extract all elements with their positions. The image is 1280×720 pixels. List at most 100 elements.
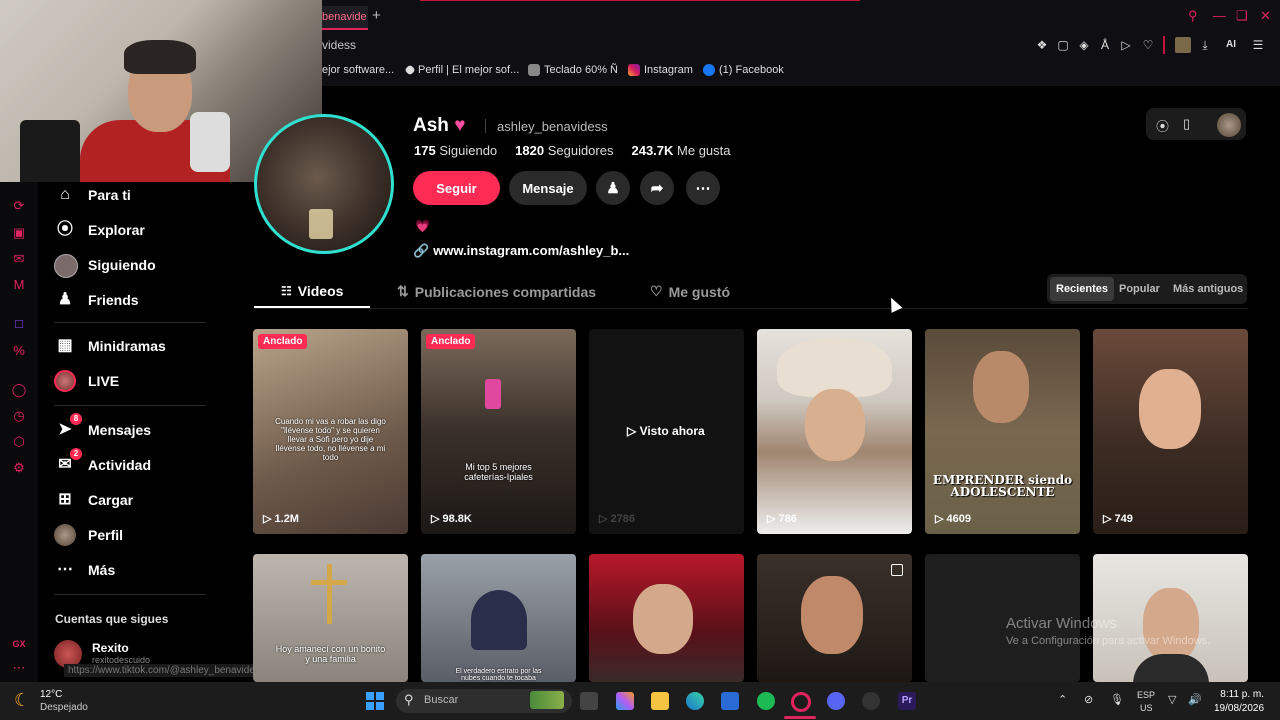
nav-item-live[interactable]: LIVE	[54, 370, 119, 392]
refresh-icon[interactable]: ⟳	[11, 198, 27, 214]
extension-icon[interactable]	[1175, 37, 1191, 53]
player-icon[interactable]: ◯	[11, 382, 27, 398]
edge-icon[interactable]	[686, 692, 704, 710]
nav-item-friends[interactable]: ♟ Friends	[54, 289, 139, 311]
video-card[interactable]: ▷ 749	[1093, 329, 1248, 534]
more-rail-icon[interactable]: ⋯	[11, 660, 27, 676]
heart-icon[interactable]: ♡	[1140, 37, 1156, 53]
messenger-icon[interactable]: ✉	[11, 251, 27, 267]
stat-followers[interactable]: 1820 Seguidores	[515, 143, 613, 158]
bookmark-item[interactable]: Perfil | El mejor sof...	[404, 64, 519, 76]
tab-liked[interactable]: ♡ Me gustó	[650, 283, 730, 300]
premiere-icon[interactable]: Pr	[898, 692, 916, 710]
multi-photo-icon	[891, 564, 903, 576]
store-icon[interactable]	[721, 692, 739, 710]
video-card[interactable]	[757, 554, 912, 682]
video-card[interactable]: El verdadero estrato por las nubes cuand…	[421, 554, 576, 682]
video-card[interactable]: ▷ Visto ahora ▷ 2786	[589, 329, 744, 534]
video-card[interactable]: EMPRENDER siendo ADOLESCENTE ▷ 4609	[925, 329, 1080, 534]
view-count-text: 2786	[610, 513, 635, 525]
nav-item-actividad[interactable]: ✉ 2 Actividad	[54, 448, 151, 476]
clock-time[interactable]: 8:11 p. m.	[1214, 689, 1264, 700]
video-card[interactable]: ▷ 786	[757, 329, 912, 534]
ai-assistant-icon[interactable]: ▣	[11, 225, 27, 241]
compass-tool-icon[interactable]: ⦿	[1156, 116, 1169, 135]
twitch-icon[interactable]: □	[11, 316, 27, 332]
video-card[interactable]	[589, 554, 744, 682]
discord-icon[interactable]	[827, 692, 845, 710]
beanie-image	[471, 590, 527, 650]
ai-button[interactable]: AI	[1218, 37, 1244, 53]
pin-icon[interactable]: ❖	[1034, 37, 1050, 53]
tray-expand-icon[interactable]: ⌃	[1058, 693, 1067, 706]
grid-icon: ☷	[281, 284, 292, 298]
percent-icon[interactable]: %	[11, 343, 27, 359]
screenshot-icon[interactable]: ▢	[1055, 37, 1071, 53]
tab-videos[interactable]: ☷ Videos	[281, 283, 343, 299]
gx-icon[interactable]: GX	[11, 636, 27, 652]
sort-popular[interactable]: Popular	[1113, 277, 1166, 301]
nav-item-perfil[interactable]: Perfil	[54, 524, 123, 546]
profile-link[interactable]: 🔗 www.instagram.com/ashley_b...	[413, 243, 629, 259]
nav-item-siguiendo[interactable]: Siguiendo	[54, 254, 156, 278]
follow-button[interactable]: Seguir	[413, 171, 500, 205]
extensions-icon[interactable]: ⬡	[11, 434, 27, 450]
share-icon[interactable]: ➦	[640, 171, 674, 205]
nav-item-minidramas[interactable]: ▦ Minidramas	[54, 335, 165, 357]
add-friend-icon[interactable]: ♟	[596, 171, 630, 205]
tab-reposts[interactable]: ⇅ Publicaciones compartidas	[397, 283, 596, 300]
weather-temp[interactable]: 12°C	[40, 689, 62, 700]
following-name[interactable]: Rexito	[92, 641, 129, 655]
no-network-icon[interactable]: ⊘	[1084, 693, 1093, 706]
play-icon[interactable]: ▷	[1118, 37, 1134, 53]
video-card[interactable]: Anclado Cuando mi vas a robar las digo "…	[253, 329, 408, 534]
nav-item-mas[interactable]: ⋯ Más	[54, 559, 115, 581]
maximize-icon[interactable]: ❑	[1236, 8, 1248, 24]
volume-icon[interactable]: 🔊	[1188, 693, 1202, 706]
menu-icon[interactable]: ☰	[1250, 37, 1266, 53]
stat-following[interactable]: 175 Siguiendo	[414, 143, 497, 158]
windows-start-icon[interactable]	[366, 692, 374, 700]
message-button[interactable]: Mensaje	[509, 171, 587, 205]
browser-tab[interactable]: benavide	[322, 6, 368, 30]
minimize-icon[interactable]: —	[1213, 8, 1226, 23]
mail-icon[interactable]: M	[11, 277, 27, 293]
phone-icon[interactable]: ▯	[1183, 116, 1190, 132]
opera-gx-icon[interactable]	[791, 692, 811, 712]
video-card[interactable]: Hoy amanecí con un bonito y una familia	[253, 554, 408, 682]
bookmark-item[interactable]: Instagram	[628, 64, 693, 76]
close-icon[interactable]: ✕	[1260, 8, 1271, 24]
nav-item-para-ti[interactable]: ⌂ Para ti	[54, 184, 131, 206]
wifi-icon[interactable]: ▽	[1168, 693, 1176, 706]
profile-avatar[interactable]	[254, 114, 394, 254]
video-card[interactable]: Anclado Mi top 5 mejores cafeterías-Ipia…	[421, 329, 576, 534]
spotify-icon[interactable]	[757, 692, 775, 710]
copilot-icon[interactable]	[616, 692, 634, 710]
weather-icon[interactable]: ☾	[14, 690, 30, 711]
history-icon[interactable]: ◷	[11, 408, 27, 424]
task-view-icon[interactable]	[580, 692, 598, 710]
shield-icon[interactable]: ◈	[1076, 37, 1092, 53]
search-icon[interactable]: ⚲	[1188, 8, 1198, 24]
new-tab-button[interactable]: +	[372, 7, 381, 24]
bookmark-item[interactable]: ejor software...	[322, 64, 394, 76]
url-text[interactable]: videss	[322, 38, 356, 52]
nav-item-explorar[interactable]: ⦿ Explorar	[54, 219, 145, 241]
sort-recent[interactable]: Recientes	[1050, 277, 1114, 301]
more-options-icon[interactable]: ⋯	[686, 171, 720, 205]
nav-item-cargar[interactable]: ⊞ Cargar	[54, 489, 133, 511]
lang-top[interactable]: ESP	[1137, 690, 1155, 700]
translate-icon[interactable]: Å	[1097, 37, 1113, 53]
settings-icon[interactable]: ⚙	[11, 460, 27, 476]
account-avatar[interactable]	[1217, 113, 1241, 137]
microphone-icon[interactable]: 🎙	[1110, 693, 1124, 706]
nav-item-mensajes[interactable]: ➤ 8 Mensajes	[54, 413, 151, 441]
steam-icon[interactable]	[862, 692, 880, 710]
sort-oldest[interactable]: Más antiguos	[1167, 277, 1249, 301]
profile-avatar-icon	[54, 524, 76, 546]
face-image	[1139, 369, 1201, 449]
bookmark-item[interactable]: Teclado 60% Ñ	[528, 64, 618, 76]
download-icon[interactable]: ⤓	[1197, 37, 1213, 53]
file-explorer-icon[interactable]	[651, 692, 669, 710]
bookmark-item[interactable]: (1) Facebook	[703, 64, 784, 76]
